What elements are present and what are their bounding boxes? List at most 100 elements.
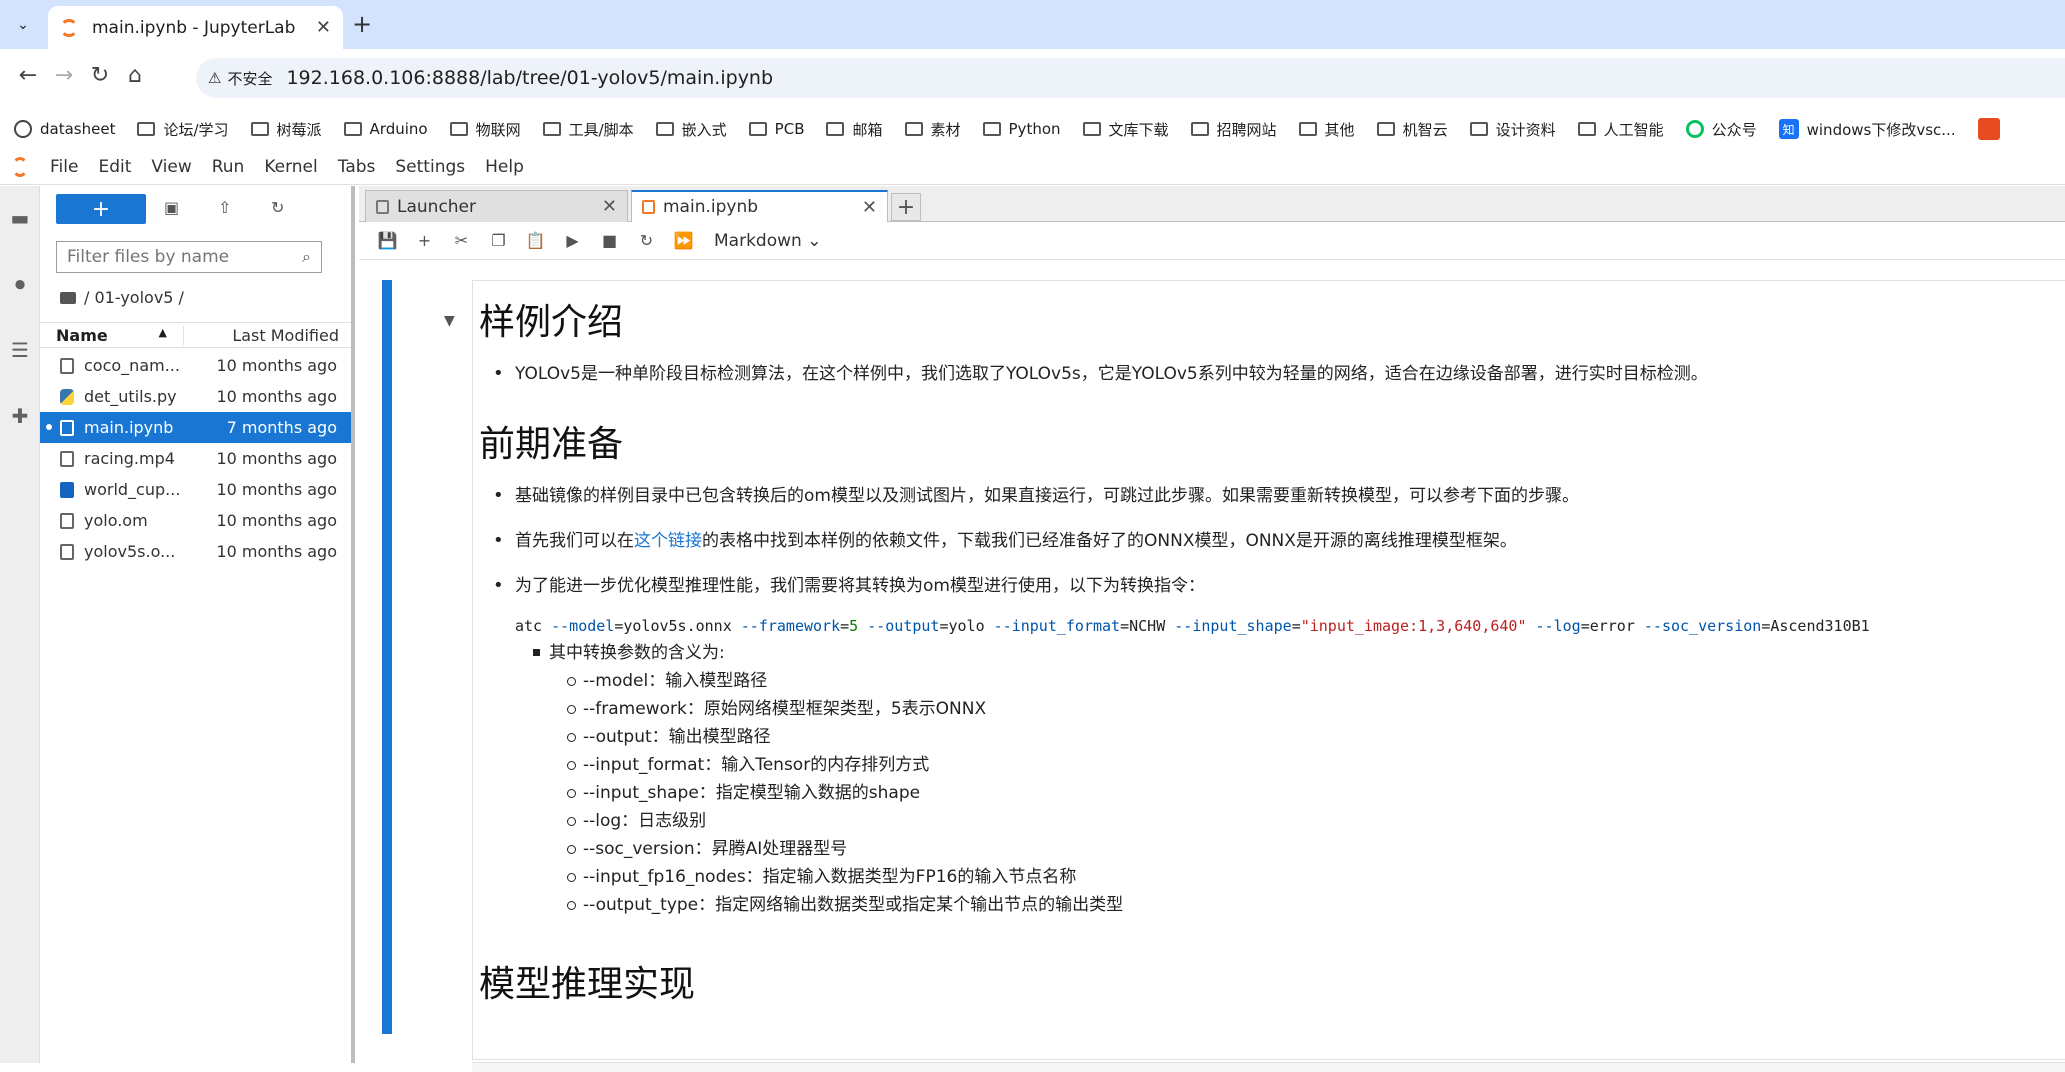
next-cell[interactable]: [472, 1062, 2065, 1072]
cell-collapser[interactable]: [382, 280, 392, 1034]
markdown-cell[interactable]: 样例介绍 YOLOv5是一种单阶段目标检测算法，在这个样例中，我们选取了YOLO…: [472, 280, 2065, 1060]
folder-icon: [1082, 122, 1101, 136]
folder-icon: [1577, 122, 1596, 136]
folder-icon: [655, 122, 674, 136]
browser-tab-strip: ⌄ main.ipynb - JupyterLab ✕ +: [0, 0, 2065, 49]
menu-run[interactable]: Run: [212, 157, 245, 177]
column-name[interactable]: Name ▲: [40, 325, 184, 345]
tab-launcher[interactable]: Launcher ✕: [365, 190, 628, 222]
param-item: --framework：原始网络模型框架类型，5表示ONNX: [479, 695, 2065, 723]
menu-edit[interactable]: Edit: [98, 157, 131, 177]
bookmark-zhihu[interactable]: 知 windows下修改vsc...: [1778, 119, 1956, 140]
extensions-puzzle-icon[interactable]: ✚: [9, 404, 31, 428]
paste-icon[interactable]: 📋: [517, 231, 554, 250]
security-label: 不安全: [227, 69, 273, 88]
bookmark-datasheet[interactable]: datasheet: [14, 120, 115, 138]
file-row-selected[interactable]: main.ipynb 7 months ago: [40, 412, 351, 443]
heading-prep: 前期准备: [479, 424, 624, 465]
folder-icon: [826, 122, 845, 136]
file-row[interactable]: yolo.om 10 months ago: [40, 505, 351, 536]
file-row[interactable]: racing.mp4 10 months ago: [40, 443, 351, 474]
reload-icon[interactable]: ↻: [86, 63, 114, 88]
menu-help[interactable]: Help: [485, 157, 524, 177]
bookmark-folder[interactable]: 嵌入式: [655, 119, 727, 140]
tab-main-notebook[interactable]: main.ipynb ✕: [631, 190, 888, 222]
bookmark-folder[interactable]: Arduino: [343, 120, 428, 138]
menu-kernel[interactable]: Kernel: [264, 157, 317, 177]
jupyter-logo-icon: [0, 149, 40, 185]
folder-icon: [542, 122, 561, 136]
menu-view[interactable]: View: [151, 157, 191, 177]
close-icon[interactable]: ✕: [602, 196, 617, 217]
table-of-contents-icon[interactable]: ☰: [9, 338, 31, 362]
file-row[interactable]: det_utils.py 10 months ago: [40, 381, 351, 412]
bookmark-folder[interactable]: 邮箱: [826, 119, 883, 140]
copy-icon[interactable]: ❐: [480, 231, 517, 250]
upload-icon[interactable]: ⇧: [218, 198, 231, 217]
jupyter-favicon-icon: [60, 18, 78, 37]
new-launcher-button[interactable]: +: [56, 194, 146, 224]
folder-icon[interactable]: ▬: [9, 206, 31, 230]
bookmark-folder[interactable]: 树莓派: [250, 119, 322, 140]
menu-tabs[interactable]: Tabs: [338, 157, 376, 177]
bookmark-folder[interactable]: 文库下载: [1082, 119, 1169, 140]
bookmark-folder[interactable]: 设计资料: [1469, 119, 1556, 140]
bookmark-folder[interactable]: 论坛/学习: [137, 119, 229, 140]
file-filter-input[interactable]: [67, 247, 303, 267]
breadcrumb-path[interactable]: / 01-yolov5 /: [84, 288, 184, 307]
file-list-header: Name ▲ Last Modified: [40, 322, 351, 348]
bookmark-folder[interactable]: 其他: [1298, 119, 1355, 140]
bookmark-folder[interactable]: 物联网: [449, 119, 521, 140]
bookmark-folder[interactable]: 素材: [904, 119, 961, 140]
omnibox[interactable]: ⚠ 不安全 192.168.0.106:8888/lab/tree/01-yol…: [196, 58, 2065, 98]
refresh-icon[interactable]: ↻: [271, 198, 284, 217]
file-row[interactable]: coco_nam... 10 months ago: [40, 350, 351, 381]
stop-icon[interactable]: ■: [591, 231, 628, 250]
add-tab-button[interactable]: +: [891, 193, 921, 221]
file-row[interactable]: world_cup... 10 months ago: [40, 474, 351, 505]
bookmark-extra[interactable]: [1977, 118, 2000, 140]
run-icon[interactable]: ▶: [554, 231, 591, 250]
close-icon[interactable]: ✕: [862, 197, 877, 218]
new-folder-icon[interactable]: ▣: [164, 198, 179, 217]
cut-icon[interactable]: ✂: [443, 231, 480, 250]
bookmark-folder[interactable]: 招聘网站: [1190, 119, 1277, 140]
menu-settings[interactable]: Settings: [395, 157, 465, 177]
list-item: 为了能进一步优化模型推理性能，我们需要将其转换为om模型进行使用，以下为转换指令…: [479, 573, 2065, 599]
browser-tab-main[interactable]: main.ipynb - JupyterLab ✕: [48, 6, 343, 49]
param-item: --input_shape：指定模型输入数据的shape: [479, 779, 2065, 807]
bookmark-folder[interactable]: Python: [982, 120, 1061, 138]
collapse-caret-icon[interactable]: ▼: [444, 313, 455, 329]
home-icon[interactable]: ⌂: [121, 63, 149, 88]
bookmark-folder[interactable]: 人工智能: [1577, 119, 1664, 140]
python-file-icon: [60, 388, 74, 405]
column-last-modified[interactable]: Last Modified: [184, 326, 351, 345]
forward-arrow-icon[interactable]: →: [50, 63, 78, 88]
close-tab-icon[interactable]: ✕: [316, 17, 331, 38]
link-this[interactable]: 这个链接: [634, 531, 702, 551]
file-icon: [60, 450, 74, 467]
save-icon[interactable]: 💾: [369, 231, 406, 250]
file-list: coco_nam... 10 months ago det_utils.py 10 …: [40, 350, 351, 567]
restart-icon[interactable]: ↻: [628, 231, 665, 250]
folder-icon: [60, 291, 76, 304]
security-indicator[interactable]: ⚠ 不安全: [208, 68, 286, 89]
new-tab-button[interactable]: +: [352, 10, 372, 38]
cell-type-select[interactable]: Markdown ⌄: [714, 231, 821, 251]
breadcrumb[interactable]: / 01-yolov5 /: [60, 288, 184, 307]
file-filter-field[interactable]: ⌕: [56, 241, 322, 273]
bookmark-folder[interactable]: 机智云: [1376, 119, 1448, 140]
url-text[interactable]: 192.168.0.106:8888/lab/tree/01-yolov5/ma…: [286, 67, 773, 89]
bookmark-folder[interactable]: PCB: [748, 120, 804, 138]
file-row[interactable]: yolov5s.o... 10 months ago: [40, 536, 351, 567]
bookmark-wechat[interactable]: 公众号: [1685, 119, 1757, 140]
bookmark-folder[interactable]: 工具/脚本: [542, 119, 634, 140]
back-arrow-icon[interactable]: ←: [14, 63, 42, 88]
bookmark-site-icon: [1977, 118, 2000, 140]
tab-search-chevron-icon[interactable]: ⌄: [9, 11, 37, 39]
chevron-down-icon: ⌄: [807, 230, 822, 251]
fast-forward-icon[interactable]: ⏩: [665, 231, 702, 250]
menu-file[interactable]: File: [50, 157, 78, 177]
insert-cell-icon[interactable]: +: [406, 231, 443, 250]
running-kernels-icon[interactable]: ⏺: [9, 272, 31, 296]
